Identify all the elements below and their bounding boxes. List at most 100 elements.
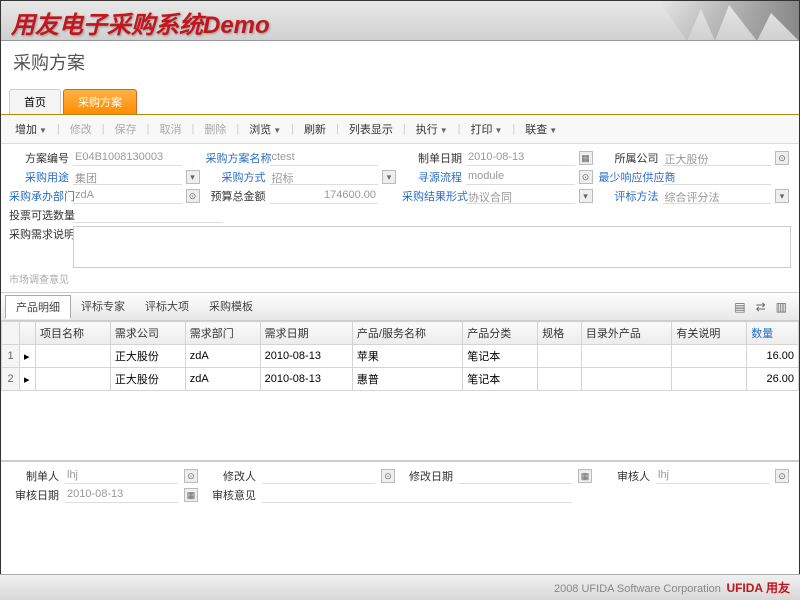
brand-logo: UFIDA 用友 bbox=[726, 581, 790, 595]
calendar-icon[interactable]: ▦ bbox=[184, 488, 198, 502]
search-icon[interactable]: ⊙ bbox=[184, 469, 198, 483]
dept-field[interactable]: zdA bbox=[73, 188, 182, 204]
col-spec[interactable]: 规格 bbox=[538, 322, 582, 345]
tab-experts[interactable]: 评标专家 bbox=[71, 295, 135, 318]
modify-date-field[interactable] bbox=[459, 468, 572, 484]
audit-opinion-label: 审核意见 bbox=[206, 487, 256, 503]
col-external[interactable]: 目录外产品 bbox=[581, 322, 671, 345]
dropdown-icon[interactable]: ▾ bbox=[579, 189, 593, 203]
table-row[interactable]: 2▸正大股份zdA2010-08-13惠普笔记本26.00 bbox=[2, 368, 799, 391]
creator-field[interactable]: lhj bbox=[65, 468, 178, 484]
tab-home[interactable]: 首页 bbox=[9, 89, 61, 114]
flow-label[interactable]: 寻源流程 bbox=[402, 169, 462, 185]
scheme-name-field[interactable]: ctest bbox=[270, 150, 379, 166]
dropdown-icon[interactable]: ▾ bbox=[186, 170, 200, 184]
col-company[interactable]: 需求公司 bbox=[110, 322, 185, 345]
footer-form: 制单人 lhj ⊙ 修改人 ⊙ 修改日期 ▦ 审核人 lhj ⊙ 审核日期 2010-08-1… bbox=[1, 461, 799, 509]
exec-button[interactable]: 执行▼ bbox=[410, 119, 454, 139]
toolbar: 增加▼ | 修改 | 保存 | 取消 | 删除 | 浏览▼ | 刷新 | 列表显… bbox=[1, 115, 799, 144]
scheme-name-label[interactable]: 采购方案名称 bbox=[206, 150, 266, 166]
browse-button[interactable]: 浏览▼ bbox=[243, 119, 287, 139]
cancel-button[interactable]: 取消 bbox=[154, 119, 188, 139]
audit-date-field[interactable]: 2010-08-13 bbox=[65, 487, 178, 503]
company-field[interactable]: 正大股份 bbox=[663, 150, 772, 166]
auditor-field[interactable]: lhj bbox=[656, 468, 769, 484]
status-bar: 2008 UFIDA Software Corporation UFIDA 用友 bbox=[0, 574, 800, 600]
creator-label: 制单人 bbox=[9, 468, 59, 484]
auditor-label: 审核人 bbox=[600, 468, 650, 484]
method-field[interactable]: 招标 bbox=[270, 169, 379, 185]
min-supplier-label[interactable]: 最少响应供应商 bbox=[599, 169, 659, 185]
modify-date-label: 修改日期 bbox=[403, 468, 453, 484]
col-expand[interactable] bbox=[20, 322, 36, 345]
vote-label: 投票可选数量 bbox=[9, 207, 69, 223]
col-date[interactable]: 需求日期 bbox=[260, 322, 352, 345]
col-dept[interactable]: 需求部门 bbox=[185, 322, 260, 345]
tab-purchase-plan[interactable]: 采购方案 bbox=[63, 89, 137, 114]
grid-tool-1-icon[interactable]: ▤ bbox=[734, 300, 745, 314]
scheme-no-field[interactable]: E04B1008130003 bbox=[73, 150, 182, 166]
audit-date-label: 审核日期 bbox=[9, 487, 59, 503]
tab-template[interactable]: 采购模板 bbox=[199, 295, 263, 318]
search-icon[interactable]: ⊙ bbox=[381, 469, 395, 483]
result-label[interactable]: 采购结果形式 bbox=[402, 188, 462, 204]
refresh-button[interactable]: 刷新 bbox=[298, 119, 332, 139]
create-date-field[interactable]: 2010-08-13 bbox=[466, 150, 575, 166]
score-label[interactable]: 评标方法 bbox=[599, 188, 659, 204]
modifier-field[interactable] bbox=[262, 468, 375, 484]
col-qty[interactable]: 数量 bbox=[747, 322, 799, 345]
grid-tool-2-icon[interactable]: ⇄ bbox=[756, 300, 766, 314]
flow-field[interactable]: module bbox=[466, 169, 575, 185]
col-category[interactable]: 产品分类 bbox=[463, 322, 538, 345]
main-tabs: 首页 采购方案 bbox=[1, 89, 799, 115]
desc-textarea[interactable] bbox=[73, 226, 791, 268]
table-row[interactable]: 1▸正大股份zdA2010-08-13苹果笔记本16.00 bbox=[2, 345, 799, 368]
tab-criteria[interactable]: 评标大项 bbox=[135, 295, 199, 318]
score-field[interactable]: 综合评分法 bbox=[663, 188, 772, 204]
desc-label: 采购需求说明 bbox=[9, 226, 69, 242]
create-date-label: 制单日期 bbox=[402, 150, 462, 166]
copyright-text: 2008 UFIDA Software Corporation bbox=[554, 583, 721, 595]
dropdown-icon[interactable]: ▾ bbox=[382, 170, 396, 184]
save-button[interactable]: 保存 bbox=[109, 119, 143, 139]
print-button[interactable]: 打印▼ bbox=[465, 119, 509, 139]
method-label[interactable]: 采购方式 bbox=[206, 169, 266, 185]
product-grid: 项目名称 需求公司 需求部门 需求日期 产品/服务名称 产品分类 规格 目录外产… bbox=[1, 321, 799, 391]
market-label: 市场调查意见 bbox=[9, 271, 69, 286]
delete-button[interactable]: 删除 bbox=[198, 119, 232, 139]
listview-button[interactable]: 列表显示 bbox=[343, 119, 399, 139]
app-header: 用友电子采购系统Demo bbox=[1, 1, 799, 41]
grid-tool-3-icon[interactable]: ▥ bbox=[776, 300, 787, 314]
use-label[interactable]: 采购用途 bbox=[9, 169, 69, 185]
search-icon[interactable]: ⊙ bbox=[579, 170, 593, 184]
page-title: 采购方案 bbox=[1, 41, 799, 83]
search-icon[interactable]: ⊙ bbox=[775, 469, 789, 483]
search-icon[interactable]: ⊙ bbox=[775, 151, 789, 165]
edit-button[interactable]: 修改 bbox=[64, 119, 98, 139]
min-supplier-field[interactable]: 1 bbox=[663, 169, 772, 185]
col-note[interactable]: 有关说明 bbox=[672, 322, 747, 345]
company-label: 所属公司 bbox=[599, 150, 659, 166]
col-product[interactable]: 产品/服务名称 bbox=[352, 322, 462, 345]
add-button[interactable]: 增加▼ bbox=[9, 119, 53, 139]
main-form: 方案编号E04B1008130003 采购方案名称ctest 制单日期2010-… bbox=[1, 144, 799, 292]
use-field[interactable]: 集团 bbox=[73, 169, 182, 185]
tab-product-detail[interactable]: 产品明细 bbox=[5, 295, 71, 319]
grid-container: 项目名称 需求公司 需求部门 需求日期 产品/服务名称 产品分类 规格 目录外产… bbox=[1, 321, 799, 461]
calendar-icon[interactable]: ▦ bbox=[579, 151, 593, 165]
dropdown-icon[interactable]: ▾ bbox=[775, 189, 789, 203]
link-button[interactable]: 联查▼ bbox=[519, 119, 563, 139]
col-rownum[interactable] bbox=[2, 322, 20, 345]
audit-opinion-field[interactable] bbox=[262, 487, 572, 503]
budget-field[interactable]: 174600.00 bbox=[270, 188, 379, 204]
vote-field[interactable] bbox=[73, 207, 223, 223]
budget-label: 预算总金额 bbox=[206, 188, 266, 204]
scheme-no-label: 方案编号 bbox=[9, 150, 69, 166]
calendar-icon[interactable]: ▦ bbox=[578, 469, 592, 483]
result-field[interactable]: 协议合同 bbox=[466, 188, 575, 204]
search-icon[interactable]: ⊙ bbox=[186, 189, 200, 203]
modifier-label: 修改人 bbox=[206, 468, 256, 484]
col-project[interactable]: 项目名称 bbox=[36, 322, 111, 345]
dept-label[interactable]: 采购承办部门 bbox=[9, 188, 69, 204]
detail-tabs: 产品明细 评标专家 评标大项 采购模板 ▤ ⇄ ▥ bbox=[1, 292, 799, 321]
